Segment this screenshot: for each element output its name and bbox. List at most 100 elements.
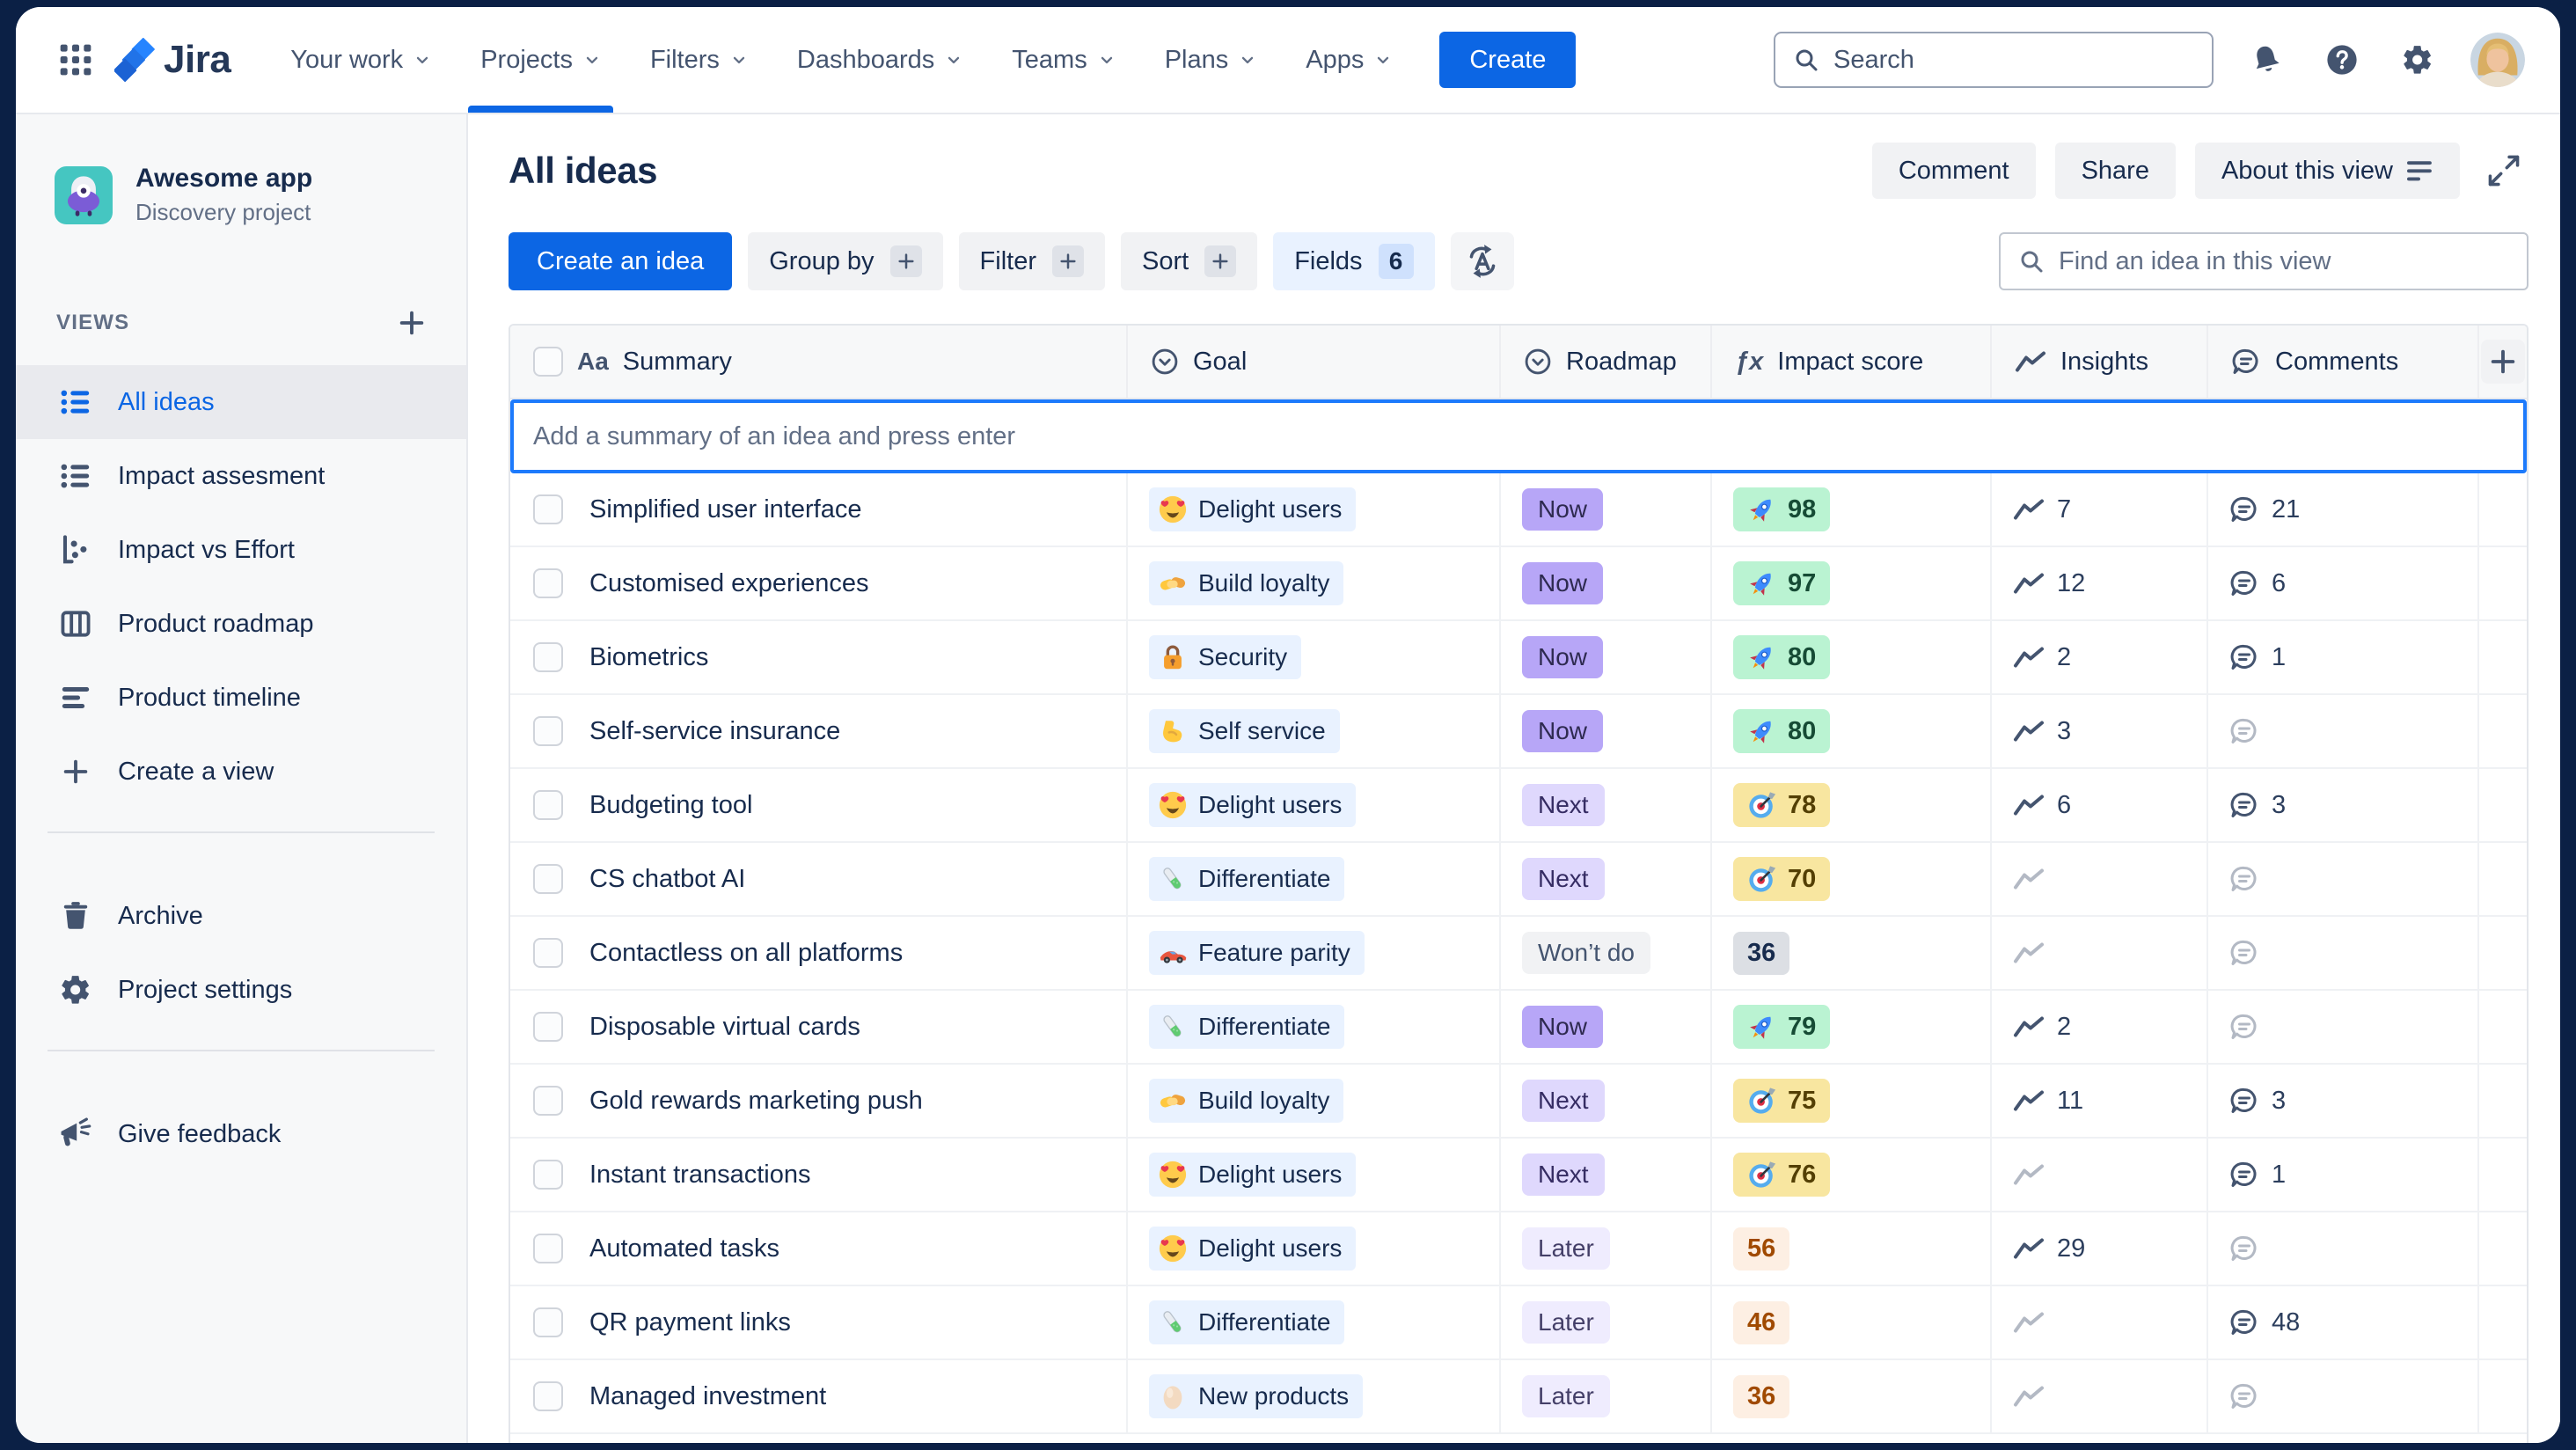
impact-score-chip[interactable]: 56 [1733,1227,1790,1271]
goal-chip[interactable]: New products [1149,1374,1364,1418]
insights-metric[interactable]: 2 [2013,1013,2071,1042]
summary-cell[interactable]: Contactless on all platforms [510,917,1128,989]
sort-button[interactable]: Sort [1121,232,1258,290]
sidebar-item-impact-assesment[interactable]: Impact assesment [16,439,466,513]
about-this-view-button[interactable]: About this view [2194,143,2460,199]
column-header-summary[interactable]: Aa Summary [510,326,1128,398]
insights-metric[interactable] [2013,1311,2045,1335]
comment-button[interactable]: Comment [1871,143,2036,199]
insights-metric[interactable] [2013,1385,2045,1409]
row-checkbox[interactable] [533,1012,563,1042]
roadmap-chip[interactable]: Later [1522,1375,1610,1417]
roadmap-chip[interactable]: Later [1522,1301,1610,1344]
column-header-goal[interactable]: Goal [1128,326,1501,398]
comments-metric[interactable] [2229,865,2259,894]
insights-metric[interactable]: 6 [2013,791,2071,820]
comments-metric[interactable] [2229,717,2259,746]
jira-logo[interactable]: Jira [114,38,231,82]
sidebar-item-project-settings[interactable]: Project settings [16,953,466,1027]
summary-cell[interactable]: CS chatbot AI [510,843,1128,915]
impact-score-chip[interactable]: 80 [1733,635,1831,679]
impact-score-chip[interactable]: 78 [1733,783,1831,827]
sidebar-item-archive[interactable]: Archive [16,879,466,953]
summary-cell[interactable]: Disposable virtual cards [510,991,1128,1063]
notifications-bell-icon[interactable] [2243,37,2289,83]
group-by-button[interactable]: Group by [748,232,943,290]
alphabetical-sort-icon[interactable] [1450,232,1514,290]
nav-item-plans[interactable]: Plans [1140,7,1282,113]
user-avatar[interactable] [2470,33,2525,87]
roadmap-chip[interactable]: Now [1522,636,1604,678]
insights-metric[interactable]: 7 [2013,495,2071,524]
nav-item-projects[interactable]: Projects [456,7,626,113]
comments-metric[interactable]: 3 [2229,791,2286,820]
comments-metric[interactable]: 48 [2229,1308,2300,1337]
insights-metric[interactable] [2013,1163,2045,1187]
summary-cell[interactable]: Self-service insurance [510,695,1128,767]
roadmap-chip[interactable]: Won’t do [1522,932,1650,974]
column-header-insights[interactable]: Insights [1992,326,2208,398]
goal-chip[interactable]: Self service [1149,709,1340,753]
row-checkbox[interactable] [533,1086,563,1116]
goal-chip[interactable]: Delight users [1149,487,1357,531]
column-header-impact-score[interactable]: ƒx Impact score [1712,326,1992,398]
insights-metric[interactable]: 12 [2013,569,2085,598]
goal-chip[interactable]: Security [1149,635,1302,679]
goal-chip[interactable]: Delight users [1149,1153,1357,1197]
comments-metric[interactable]: 1 [2229,1161,2286,1190]
summary-cell[interactable]: Instant transactions [510,1139,1128,1211]
add-field-button[interactable] [2481,340,2525,384]
find-idea-input[interactable] [2059,246,2509,276]
impact-score-chip[interactable]: 46 [1733,1300,1790,1344]
roadmap-chip[interactable]: Next [1522,1080,1605,1122]
comments-metric[interactable] [2229,1234,2259,1263]
sidebar-item-give-feedback[interactable]: Give feedback [16,1097,466,1171]
sidebar-item-product-timeline[interactable]: Product timeline [16,661,466,735]
comments-metric[interactable]: 1 [2229,643,2286,672]
comments-metric[interactable] [2229,1013,2259,1042]
sidebar-item-create-a-view[interactable]: Create a view [16,735,466,809]
sidebar-item-product-roadmap[interactable]: Product roadmap [16,587,466,661]
filter-button[interactable]: Filter [958,232,1105,290]
summary-cell[interactable]: Automated tasks [510,1212,1128,1285]
insights-metric[interactable] [2013,941,2045,965]
impact-score-chip[interactable]: 36 [1733,931,1790,975]
impact-score-chip[interactable]: 98 [1733,487,1831,531]
roadmap-chip[interactable]: Now [1522,488,1604,531]
roadmap-chip[interactable]: Next [1522,858,1605,900]
insights-metric[interactable]: 29 [2013,1234,2085,1263]
nav-item-filters[interactable]: Filters [626,7,772,113]
roadmap-chip[interactable]: Next [1522,1153,1605,1196]
nav-item-apps[interactable]: Apps [1281,7,1416,113]
impact-score-chip[interactable]: 36 [1733,1374,1790,1418]
project-header[interactable]: Awesome app Discovery project [16,164,466,226]
row-checkbox[interactable] [533,716,563,746]
comments-metric[interactable] [2229,939,2259,968]
nav-item-teams[interactable]: Teams [987,7,1139,113]
create-idea-button[interactable]: Create an idea [509,232,733,290]
row-checkbox[interactable] [533,790,563,820]
goal-chip[interactable]: Differentiate [1149,857,1345,901]
goal-chip[interactable]: Build loyalty [1149,1079,1344,1123]
insights-metric[interactable]: 2 [2013,643,2071,672]
roadmap-chip[interactable]: Now [1522,562,1604,604]
goal-chip[interactable]: Differentiate [1149,1300,1345,1344]
row-checkbox[interactable] [533,642,563,672]
comments-metric[interactable] [2229,1382,2259,1411]
settings-gear-icon[interactable] [2395,37,2441,83]
comments-metric[interactable]: 6 [2229,569,2286,598]
goal-chip[interactable]: Build loyalty [1149,561,1344,605]
summary-cell[interactable]: Customised experiences [510,547,1128,619]
fullscreen-expand-icon[interactable] [2479,146,2528,195]
row-checkbox[interactable] [533,568,563,598]
nav-item-your-work[interactable]: Your work [266,7,456,113]
row-checkbox[interactable] [533,938,563,968]
fields-button[interactable]: Fields 6 [1273,232,1435,290]
summary-cell[interactable]: Managed investment [510,1360,1128,1432]
add-view-icon[interactable] [392,304,431,342]
summary-cell[interactable]: Gold rewards marketing push [510,1065,1128,1137]
goal-chip[interactable]: Differentiate [1149,1005,1345,1049]
row-checkbox[interactable] [533,1160,563,1190]
impact-score-chip[interactable]: 76 [1733,1153,1831,1197]
select-all-checkbox[interactable] [533,347,563,377]
